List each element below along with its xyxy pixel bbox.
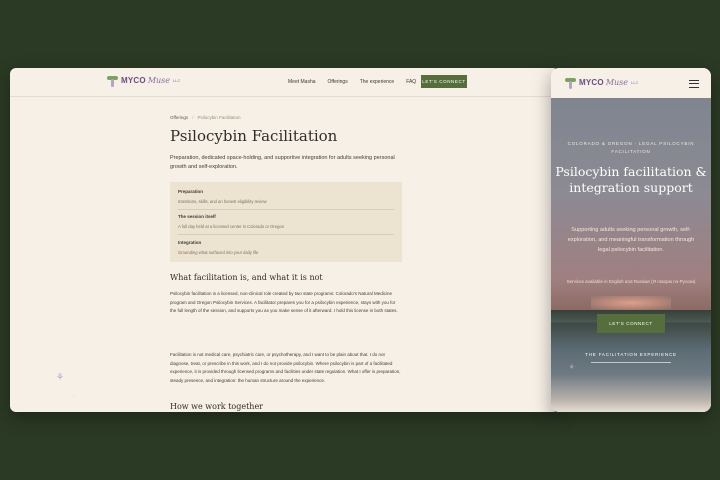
top-nav: MYCO Muse LLC Meet Masha Offerings The e… — [10, 68, 559, 97]
card-item-integration: Integration Grounding what surfaced into… — [178, 240, 394, 255]
brand-script: Muse — [605, 78, 628, 87]
section-heading: What facilitation is, and what it is not — [170, 273, 323, 282]
link-underline — [591, 362, 671, 363]
breadcrumb-current: Psilocybin Facilitation — [197, 115, 241, 120]
butterfly-icon: ⚘ — [569, 365, 575, 371]
nav-menu: Meet Masha Offerings The experience FAQ — [288, 68, 416, 96]
hamburger-icon[interactable] — [689, 80, 699, 88]
breadcrumb: Offerings / Psilocybin Facilitation — [170, 115, 240, 120]
page-title: Psilocybin Facilitation — [170, 127, 338, 145]
card-item-desc: Grounding what surfaced into your daily … — [178, 250, 259, 255]
card-item-session: The session itself A full day held at a … — [178, 214, 394, 229]
card-item-desc: A full day held at a licensed center in … — [178, 224, 285, 229]
mushroom-logo-icon — [564, 76, 577, 89]
butterfly-icon: ⚘ — [56, 372, 65, 382]
hero-sunset — [591, 296, 671, 310]
nav-item-faq[interactable]: FAQ — [406, 79, 416, 85]
mobile-window: MYCO Muse LLC COLORADO & OREGON · LEGAL … — [551, 68, 711, 412]
nav-item-offerings[interactable]: Offerings — [328, 79, 348, 85]
facilitation-experience-link[interactable]: THE FACILITATION EXPERIENCE — [551, 352, 711, 357]
card-item-desc: Intentions, skills, and an honest eligib… — [178, 199, 267, 204]
lets-connect-button[interactable]: LET'S CONNECT — [421, 75, 467, 88]
body-paragraph-1: Psilocybin facilitation is a licensed, n… — [170, 291, 398, 314]
brand-logo[interactable]: MYCO Muse LLC — [564, 76, 638, 89]
desktop-window: MYCO Muse LLC Meet Masha Offerings The e… — [10, 68, 559, 412]
brand-logo[interactable]: MYCO Muse LLC — [106, 74, 180, 87]
hero-subhead: Supporting adults seeking personal growt… — [567, 227, 695, 253]
brand-mark: MYCO — [121, 76, 146, 85]
hero-section: COLORADO & OREGON · LEGAL PSILOCYBIN FAC… — [551, 98, 711, 412]
decor-dots-icon: · ˙ — [72, 394, 77, 400]
card-item-title: Preparation — [178, 189, 204, 194]
lead-paragraph: Preparation, dedicated space-holding, an… — [170, 155, 395, 170]
brand-suffix: LLC — [173, 78, 181, 83]
nav-item-experience[interactable]: The experience — [360, 79, 394, 85]
brand-mark: MYCO — [579, 78, 604, 87]
hero-lets-connect-button[interactable]: LET'S CONNECT — [597, 314, 665, 333]
mobile-nav: MYCO Muse LLC — [551, 68, 711, 98]
hero-eyebrow: COLORADO & OREGON · LEGAL PSILOCYBIN FAC… — [567, 141, 695, 154]
brand-suffix: LLC — [631, 80, 639, 85]
hero-languages: Services available in English and Russia… — [566, 279, 696, 284]
card-item-title: The session itself — [178, 214, 216, 219]
overview-card: Preparation Intentions, skills, and an h… — [170, 182, 402, 262]
breadcrumb-separator: / — [192, 115, 194, 120]
breadcrumb-offerings[interactable]: Offerings — [170, 115, 188, 120]
card-item-preparation: Preparation Intentions, skills, and an h… — [178, 189, 394, 204]
next-section-heading: How we work together — [170, 402, 263, 411]
nav-item-meet-masha[interactable]: Meet Masha — [288, 79, 316, 85]
mushroom-logo-icon — [106, 74, 119, 87]
body-paragraph-2: Facilitation is not medical care, psychi… — [170, 352, 401, 383]
hero-headline: Psilocybin facilitation & integration su… — [555, 164, 707, 195]
brand-script: Muse — [147, 76, 170, 85]
card-item-title: Integration — [178, 240, 202, 245]
